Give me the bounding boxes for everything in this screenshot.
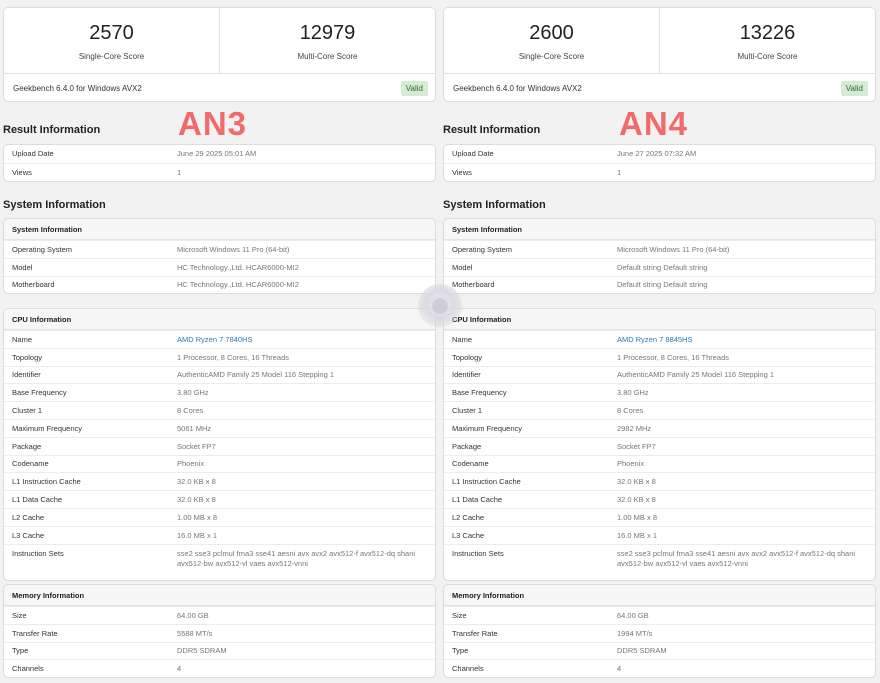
watermark-logo-icon <box>418 284 462 328</box>
table-row: Codename Phoenix <box>4 454 435 473</box>
card-header: CPU Information <box>444 309 875 330</box>
table-row: Type DDR5 SDRAM <box>444 641 875 660</box>
result-information-card: Upload Date June 29 2025 05:01 AM Views 1 <box>3 144 436 182</box>
multi-core-score-cell: 13226 Multi-Core Score <box>659 8 875 73</box>
table-row: L1 Instruction Cache 32.0 KB x 8 <box>444 472 875 490</box>
table-row: Name AMD Ryzen 7 8845HS <box>444 330 875 348</box>
table-row: Operating System Microsoft Windows 11 Pro… <box>4 240 435 258</box>
single-core-score-cell: 2570 Single-Core Score <box>4 8 219 73</box>
table-row: Model HC Technology.,Ltd. HCAR6000-MI2 <box>4 257 435 276</box>
card-header: Memory Information <box>444 585 875 606</box>
table-row: Channels 4 <box>444 659 875 677</box>
score-footer: Geekbench 6.4.0 for Windows AVX2 Valid <box>444 74 875 101</box>
table-row: L1 Data Cache 32.0 KB x 8 <box>4 490 435 508</box>
card-header: System Information <box>4 219 435 240</box>
table-row: Codename Phoenix <box>444 454 875 473</box>
result-information-card: Upload Date June 27 2025 07:32 AM Views 1 <box>443 144 876 182</box>
table-row: Channels 4 <box>4 659 435 677</box>
cpu-name-link[interactable]: AMD Ryzen 7 7840HS <box>177 335 435 344</box>
table-row: Views 1 <box>4 162 435 181</box>
card-header: Memory Information <box>4 585 435 606</box>
table-row: Motherboard Default string Default string <box>444 275 875 294</box>
table-row: Maximum Frequency 5061 MHz <box>4 418 435 437</box>
table-row: Operating System Microsoft Windows 11 Pro… <box>444 240 875 258</box>
table-row: Identifier AuthenticAMD Family 25 Model 1… <box>444 365 875 384</box>
single-core-score: 2600 <box>529 22 574 44</box>
table-row: Upload Date June 27 2025 07:32 AM <box>452 149 697 159</box>
table-row: Name AMD Ryzen 7 7840HS <box>4 330 435 348</box>
multi-core-score-cell: 12979 Multi-Core Score <box>219 8 435 73</box>
device-tag: AN3 <box>178 105 248 142</box>
table-row: Instruction Sets sse2 sse3 pclmul fma3 ss… <box>444 543 875 580</box>
result-information-title: Result Information <box>443 124 541 136</box>
score-footer: Geekbench 6.4.0 for Windows AVX2 Valid <box>4 74 435 101</box>
table-row: Motherboard HC Technology.,Ltd. HCAR6000-… <box>4 275 435 294</box>
table-row: Base Frequency 3.80 GHz <box>4 383 435 401</box>
geekbench-version: Geekbench 6.4.0 for Windows AVX2 <box>453 83 582 93</box>
valid-badge: Valid <box>840 80 868 96</box>
score-card: 2600 Single-Core Score 13226 Multi-Core … <box>443 7 876 102</box>
table-row: Size 64.00 GB <box>4 606 435 624</box>
table-row: Cluster 18 Cores <box>4 401 435 419</box>
cpu-information-card: CPU Information Name AMD Ryzen 7 7840HS T… <box>3 308 436 581</box>
table-row: L3 Cache 16.0 MB x 1 <box>4 525 435 544</box>
table-row: L2 Cache 1.00 MB x 8 <box>444 507 875 526</box>
multi-core-score: 12979 <box>299 22 356 44</box>
table-row: Package Socket FP7 <box>444 436 875 455</box>
benchmark-column-right: 2600 Single-Core Score 13226 Multi-Core … <box>443 7 876 679</box>
single-core-score-cell: 2600 Single-Core Score <box>444 8 659 73</box>
result-information-title: Result Information <box>3 124 101 136</box>
cpu-name-link[interactable]: AMD Ryzen 7 8845HS <box>617 335 875 344</box>
geekbench-version: Geekbench 6.4.0 for Windows AVX2 <box>13 83 142 93</box>
system-information-title: System Information <box>443 199 546 211</box>
multi-core-score: 13226 <box>739 22 796 44</box>
table-row: Topology 1 Processor, 8 Cores, 16 Threads <box>444 347 875 366</box>
multi-core-score-label: Multi-Core Score <box>737 52 798 61</box>
table-row: L1 Data Cache 32.0 KB x 8 <box>444 490 875 508</box>
table-row: Views 1 <box>444 162 875 181</box>
table-row: Transfer Rate 5588 MT/s <box>4 623 435 642</box>
system-information-title: System Information <box>3 199 106 211</box>
card-header: System Information <box>444 219 875 240</box>
table-row: L1 Instruction Cache 32.0 KB x 8 <box>4 472 435 490</box>
memory-information-card: Memory Information Size 64.00 GB Transfer… <box>443 584 876 679</box>
table-row: Identifier AuthenticAMD Family 25 Model 1… <box>4 365 435 384</box>
valid-badge: Valid <box>400 80 428 96</box>
multi-core-score-label: Multi-Core Score <box>297 52 358 61</box>
table-row: Model Default string Default string <box>444 257 875 276</box>
device-tag: AN4 <box>619 105 689 142</box>
table-row: Topology 1 Processor, 8 Cores, 16 Threads <box>4 347 435 366</box>
table-row: Cluster 18 Cores <box>444 401 875 419</box>
table-row: Size 64.00 GB <box>444 606 875 624</box>
table-row: Type DDR5 SDRAM <box>4 641 435 660</box>
single-core-score-label: Single-Core Score <box>518 52 585 61</box>
single-core-score-label: Single-Core Score <box>78 52 145 61</box>
memory-information-card: Memory Information Size 64.00 GB Transfer… <box>3 584 436 679</box>
score-card: 2570 Single-Core Score 12979 Multi-Core … <box>3 7 436 102</box>
table-row: Instruction Sets sse2 sse3 pclmul fma3 ss… <box>4 543 435 580</box>
table-row: L2 Cache 1.00 MB x 8 <box>4 507 435 526</box>
table-row: Package Socket FP7 <box>4 436 435 455</box>
card-header: CPU Information <box>4 309 435 330</box>
table-row: Base Frequency 3.80 GHz <box>444 383 875 401</box>
system-information-card: System Information Operating System Micro… <box>443 218 876 295</box>
system-information-card: System Information Operating System Micro… <box>3 218 436 295</box>
benchmark-column-left: 2570 Single-Core Score 12979 Multi-Core … <box>3 7 436 679</box>
single-core-score: 2570 <box>89 22 134 44</box>
cpu-information-card: CPU Information Name AMD Ryzen 7 8845HS T… <box>443 308 876 581</box>
table-row: Transfer Rate 1994 MT/s <box>444 623 875 642</box>
table-row: Upload Date June 29 2025 05:01 AM <box>12 149 257 159</box>
table-row: Maximum Frequency 2982 MHz <box>444 418 875 437</box>
table-row: L3 Cache 16.0 MB x 1 <box>444 525 875 544</box>
